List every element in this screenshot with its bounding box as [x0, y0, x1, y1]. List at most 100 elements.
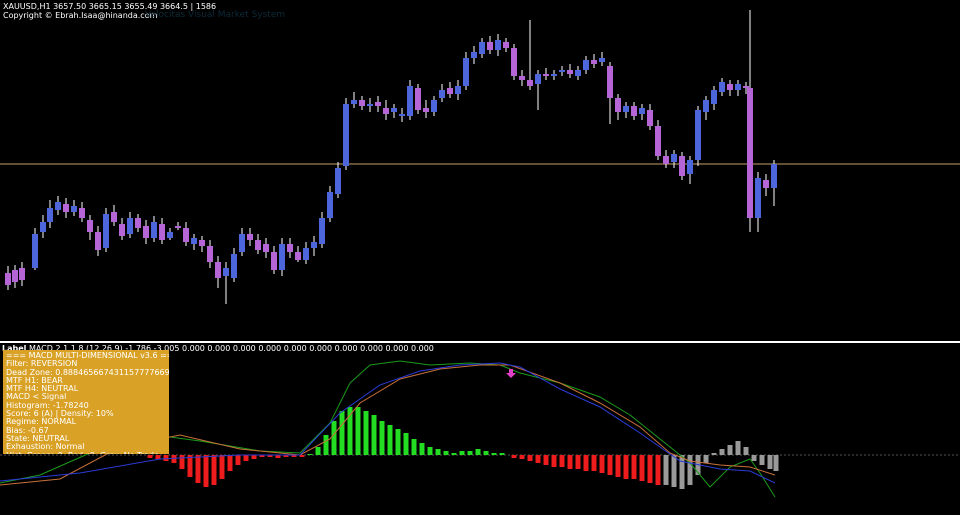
- bear-candle: [12, 265, 18, 288]
- bear-candle: [655, 120, 661, 160]
- candle-body: [231, 254, 237, 278]
- candle-body: [487, 42, 493, 50]
- bull-candle: [687, 156, 693, 184]
- candle-body: [763, 180, 769, 188]
- bull-candle: [599, 52, 605, 66]
- bear-candle: [511, 44, 517, 80]
- candle-body: [375, 102, 381, 106]
- histogram-bar: [179, 455, 185, 469]
- candle-body: [63, 204, 69, 212]
- bear-candle: [663, 150, 669, 168]
- bull-candle: [343, 98, 349, 170]
- bear-candle: [615, 94, 621, 120]
- candle-body: [119, 224, 125, 236]
- bull-candle: [471, 46, 477, 64]
- histogram-bar: [655, 455, 661, 485]
- histogram-bar: [483, 451, 489, 455]
- bull-candle: [711, 86, 717, 110]
- candle-body: [615, 98, 621, 112]
- bull-candle: [32, 228, 38, 270]
- candle-body: [463, 58, 469, 86]
- price-chart[interactable]: [0, 0, 960, 341]
- bear-candle: [415, 84, 421, 114]
- histogram-bar: [227, 455, 233, 471]
- candle-body: [247, 234, 253, 240]
- histogram-bar: [171, 455, 177, 463]
- candle-body: [695, 110, 701, 160]
- candle-body: [559, 70, 565, 72]
- candle-body: [32, 234, 38, 268]
- candle-body: [415, 88, 421, 110]
- candle-body: [47, 208, 53, 222]
- bull-candle: [735, 80, 741, 96]
- bull-candle: [327, 186, 333, 222]
- bear-candle: [727, 80, 733, 96]
- histogram-bar: [403, 433, 409, 455]
- bull-candle: [639, 104, 645, 120]
- bull-candle: [279, 238, 285, 276]
- candle-body: [455, 86, 461, 94]
- candle-body: [391, 108, 397, 112]
- candle-body: [687, 160, 693, 174]
- candle-body: [471, 52, 477, 58]
- histogram-bar: [155, 455, 161, 459]
- histogram-bar: [727, 445, 733, 455]
- histogram-bar: [491, 453, 497, 455]
- candle-body: [623, 106, 629, 112]
- candle-body: [755, 178, 761, 218]
- candle-body: [747, 88, 753, 218]
- candle-body: [55, 202, 61, 210]
- bear-candle: [135, 214, 141, 232]
- histogram-bar: [711, 453, 717, 455]
- histogram-bar: [355, 407, 361, 455]
- bull-candle: [127, 212, 133, 238]
- histogram-bar: [467, 451, 473, 455]
- candle-body: [239, 234, 245, 252]
- bear-candle: [63, 198, 69, 218]
- histogram-bar: [623, 455, 629, 479]
- bear-candle: [423, 100, 429, 118]
- candle-body: [327, 192, 333, 218]
- candle-body: [703, 100, 709, 112]
- candle-body: [719, 82, 725, 92]
- candle-body: [127, 218, 133, 234]
- histogram-bar: [203, 455, 209, 487]
- bear-candle: [631, 102, 637, 120]
- candle-body: [407, 86, 413, 116]
- histogram-bar: [419, 443, 425, 455]
- bear-candle: [255, 234, 261, 254]
- histogram-bar: [687, 455, 693, 485]
- bear-candle: [527, 20, 533, 90]
- bull-candle: [463, 52, 469, 90]
- candle-body: [319, 218, 325, 244]
- bear-candle: [19, 262, 25, 286]
- histogram-bar: [411, 439, 417, 455]
- histogram-bar: [235, 455, 241, 465]
- histogram-bar: [631, 455, 637, 479]
- candle-body: [423, 108, 429, 112]
- histogram-bar: [251, 455, 257, 459]
- bear-candle: [207, 240, 213, 268]
- bull-candle: [191, 234, 197, 250]
- candle-body: [151, 222, 157, 238]
- histogram-bar: [735, 441, 741, 455]
- bull-candle: [623, 102, 629, 118]
- bull-candle: [583, 56, 589, 74]
- candle-body: [111, 212, 117, 222]
- candle-body: [183, 228, 189, 242]
- bear-candle: [679, 152, 685, 180]
- info-line: Hist: Green>0, Red<0, Grey: No Trade: [6, 451, 166, 454]
- watermark-label: Velocitas Visual Market System: [145, 10, 286, 20]
- candle-body: [551, 74, 557, 76]
- bear-candle: [295, 246, 301, 262]
- bear-candle: [359, 96, 365, 110]
- histogram-bar: [451, 453, 457, 455]
- histogram-bar: [607, 455, 613, 475]
- candle-body: [303, 248, 309, 260]
- histogram-bar: [527, 455, 533, 461]
- candle-body: [671, 154, 677, 162]
- histogram-bar: [543, 455, 549, 465]
- bull-candle: [575, 66, 581, 80]
- histogram-bar: [535, 455, 541, 463]
- bull-candle: [223, 262, 229, 304]
